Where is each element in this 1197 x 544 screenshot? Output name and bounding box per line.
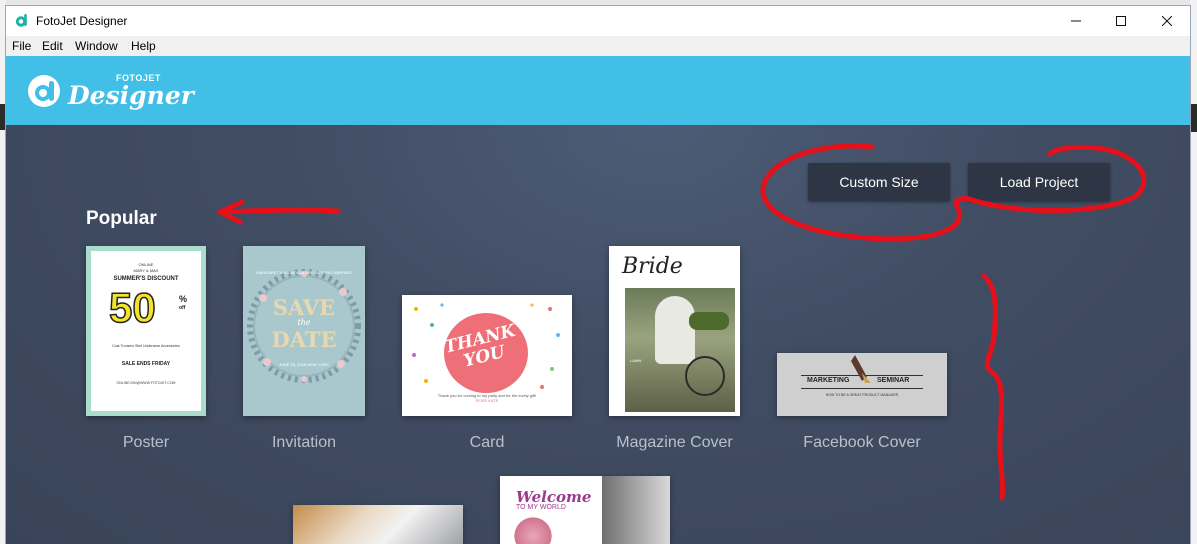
template-lower-2[interactable]: Welcome TO MY WORLD	[500, 476, 670, 544]
template-card[interactable]: THANK YOU Thank you for coming to my par…	[402, 295, 572, 416]
invitation-the-text: the	[297, 318, 311, 327]
template-facebook-cover[interactable]: MARKETING SEMINAR HOW TO BE A GREAT PROD…	[777, 353, 947, 416]
magazine-side-text: LAWN	[630, 358, 642, 363]
maximize-button[interactable]	[1098, 6, 1144, 36]
minimize-button[interactable]	[1053, 6, 1099, 36]
poster-percent-text: %	[179, 294, 188, 304]
invitation-date-text: DATE	[271, 327, 337, 352]
minimize-icon	[1071, 20, 1081, 22]
facebook-seminar-text: SEMINAR	[877, 377, 910, 384]
poster-categories-text: Coat Trousers Skirt Underwear Accessorie…	[112, 344, 180, 348]
template-label-invitation[interactable]: Invitation	[243, 434, 365, 452]
window-title: FotoJet Designer	[36, 14, 128, 28]
magazine-photo: LAWN	[625, 288, 735, 412]
poster-thumbnail: ONLINE MARY & MAX SUMMER'S DISCOUNT 50 %…	[91, 251, 201, 411]
maximize-icon	[1116, 16, 1126, 26]
template-magazine-cover[interactable]: Bride LAWN	[609, 246, 740, 416]
magazine-title-text: Bride	[622, 254, 683, 279]
invitation-bottom-text: JUNE 23, 2016 NEW YORK	[279, 362, 329, 367]
lower-sub-text: TO MY WORLD	[516, 504, 566, 511]
start-page: Custom Size Load Project Popular ONLINE …	[6, 125, 1190, 544]
title-bar: FotoJet Designer	[6, 6, 1190, 36]
poster-big-number: 50	[108, 283, 156, 332]
load-project-button[interactable]: Load Project	[968, 163, 1110, 201]
menu-window[interactable]: Window	[75, 39, 118, 53]
menu-help[interactable]: Help	[131, 39, 156, 53]
menu-edit[interactable]: Edit	[42, 39, 63, 53]
poster-sale-text: SALE ENDS FRIDAY	[121, 361, 171, 367]
poster-discount-text: SUMMER'S DISCOUNT	[113, 276, 179, 282]
custom-size-button[interactable]: Custom Size	[808, 163, 950, 201]
close-icon	[1162, 16, 1172, 26]
logo-designer-text: Designer	[68, 81, 194, 110]
template-poster[interactable]: ONLINE MARY & MAX SUMMER'S DISCOUNT 50 %…	[86, 246, 206, 416]
template-label-magazine-cover[interactable]: Magazine Cover	[609, 434, 740, 452]
template-invitation[interactable]: MARGARET & NICHOLAS ARE GETTING MARRIED …	[243, 246, 365, 416]
card-sign-text: ROSS KATE	[475, 398, 499, 403]
close-button[interactable]	[1144, 6, 1190, 36]
app-logo-icon	[15, 14, 27, 27]
invitation-top-text: MARGARET & NICHOLAS ARE GETTING MARRIED	[256, 270, 352, 275]
flower-icon	[510, 516, 556, 544]
template-label-facebook-cover[interactable]: Facebook Cover	[777, 434, 947, 452]
facebook-sub-text: HOW TO BE A GREAT PRODUCT MANAGER	[825, 393, 899, 397]
menu-file[interactable]: File	[12, 39, 31, 53]
app-window: FotoJet Designer File Edit Window Help F…	[6, 6, 1190, 544]
template-lower-1[interactable]	[293, 505, 463, 544]
poster-footer-text: ONLINE.DIN@WWW.FOTOJET.COM	[116, 381, 176, 385]
template-label-poster[interactable]: Poster	[86, 434, 206, 452]
poster-names-text: MARY & MAX	[133, 268, 159, 273]
app-header: FOTOJET Designer	[6, 56, 1190, 125]
template-label-card[interactable]: Card	[402, 434, 572, 452]
poster-off-text: off	[179, 305, 186, 311]
pen-nib-icon	[851, 355, 871, 383]
desktop-edge-right	[1190, 0, 1197, 544]
fotojet-designer-logo[interactable]: FOTOJET Designer	[26, 69, 194, 113]
section-title-popular: Popular	[86, 208, 157, 229]
menu-bar: File Edit Window Help	[6, 36, 1190, 56]
logo-mark-icon	[28, 75, 60, 107]
facebook-marketing-text: MARKETING	[807, 377, 850, 384]
invitation-save-text: SAVE	[272, 295, 336, 320]
